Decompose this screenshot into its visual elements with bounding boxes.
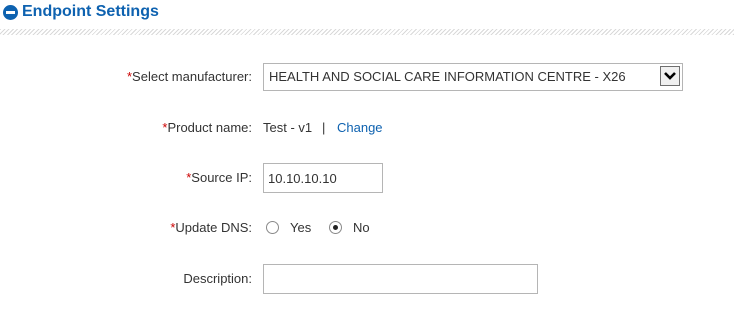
source-ip-input[interactable]	[263, 163, 383, 193]
chevron-down-icon	[664, 72, 676, 80]
manufacturer-selected-value: HEALTH AND SOCIAL CARE INFORMATION CENTR…	[269, 69, 626, 84]
manufacturer-row: *Select manufacturer: HEALTH AND SOCIAL …	[0, 62, 734, 92]
dns-yes-label[interactable]: Yes	[290, 213, 311, 243]
minus-circle-icon[interactable]	[3, 5, 18, 20]
manufacturer-label: *Select manufacturer:	[126, 69, 252, 84]
description-label: Description:	[183, 271, 252, 286]
dropdown-button[interactable]	[660, 66, 680, 86]
description-input[interactable]	[263, 264, 538, 294]
product-row: *Product name: Test - v1 | Change	[0, 113, 734, 143]
product-label: *Product name:	[162, 120, 252, 135]
dns-yes-radio[interactable]	[266, 221, 279, 234]
dns-no-label[interactable]: No	[353, 213, 370, 243]
dns-no-radio[interactable]	[329, 221, 342, 234]
change-product-link[interactable]: Change	[337, 113, 383, 143]
section-title: Endpoint Settings	[22, 3, 159, 20]
section-header: Endpoint Settings	[0, 0, 734, 35]
update-dns-label: *Update DNS:	[170, 220, 252, 235]
description-row: Description:	[0, 264, 734, 294]
source-ip-label: *Source IP:	[186, 170, 252, 185]
update-dns-row: *Update DNS: Yes No	[0, 213, 734, 243]
source-ip-row: *Source IP:	[0, 163, 734, 193]
manufacturer-select[interactable]: HEALTH AND SOCIAL CARE INFORMATION CENTR…	[263, 63, 683, 91]
link-separator: |	[322, 120, 326, 135]
section-divider	[0, 29, 734, 35]
product-name-value: Test - v1	[263, 120, 313, 135]
